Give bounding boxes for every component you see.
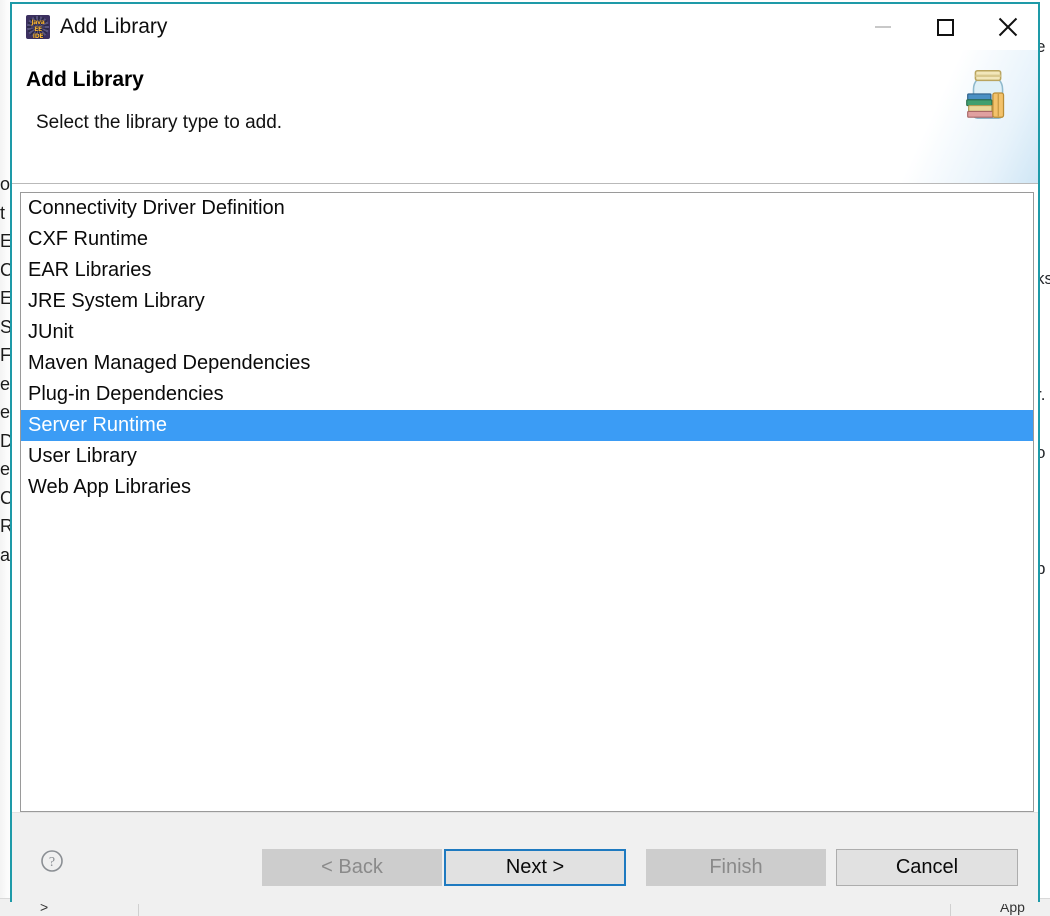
back-button[interactable]: < Back bbox=[262, 849, 442, 886]
maximize-button[interactable] bbox=[914, 4, 976, 50]
page-subtitle: Select the library type to add. bbox=[36, 112, 283, 133]
close-icon bbox=[996, 16, 1018, 38]
list-item[interactable]: Maven Managed Dependencies bbox=[21, 348, 1033, 379]
list-item[interactable]: EAR Libraries bbox=[21, 255, 1033, 286]
list-item[interactable]: Server Runtime bbox=[21, 410, 1033, 441]
java-ee-ide-icon: Java EE IDE bbox=[26, 15, 50, 39]
dialog-header: Add Library Select the library type to a… bbox=[12, 50, 1038, 184]
list-item[interactable]: JRE System Library bbox=[21, 286, 1033, 317]
help-icon[interactable]: ? bbox=[40, 849, 64, 873]
library-type-list-container: Connectivity Driver Definition CXF Runtim… bbox=[12, 184, 1038, 812]
cancel-button[interactable]: Cancel bbox=[836, 849, 1018, 886]
window-controls bbox=[852, 4, 1038, 50]
list-item[interactable]: User Library bbox=[21, 441, 1033, 472]
add-library-dialog: Java EE IDE Add Library Add Library Selec… bbox=[10, 2, 1040, 904]
maximize-icon bbox=[936, 18, 954, 36]
icon-badge-line1: Java EE bbox=[31, 19, 45, 33]
minimize-icon bbox=[875, 26, 891, 28]
dialog-button-bar: ? < Back Next > Finish Cancel bbox=[12, 812, 1038, 904]
list-item[interactable]: Connectivity Driver Definition bbox=[21, 193, 1033, 224]
page-title: Add Library bbox=[26, 68, 144, 91]
list-item[interactable]: CXF Runtime bbox=[21, 224, 1033, 255]
list-item[interactable]: Plug-in Dependencies bbox=[21, 379, 1033, 410]
list-item[interactable]: JUnit bbox=[21, 317, 1033, 348]
minimize-button[interactable] bbox=[852, 4, 914, 50]
jar-with-books-icon bbox=[966, 69, 1005, 119]
library-type-list[interactable]: Connectivity Driver Definition CXF Runtim… bbox=[20, 192, 1034, 812]
icon-badge: Java EE IDE bbox=[27, 19, 49, 39]
next-button[interactable]: Next > bbox=[444, 849, 626, 886]
close-button[interactable] bbox=[976, 4, 1038, 50]
icon-badge-line2: IDE bbox=[32, 33, 44, 39]
finish-button[interactable]: Finish bbox=[646, 849, 826, 886]
dialog-titlebar[interactable]: Java EE IDE Add Library bbox=[12, 4, 1038, 50]
list-item[interactable]: Web App Libraries bbox=[21, 472, 1033, 503]
window-title: Add Library bbox=[60, 15, 168, 38]
svg-text:?: ? bbox=[49, 855, 55, 870]
